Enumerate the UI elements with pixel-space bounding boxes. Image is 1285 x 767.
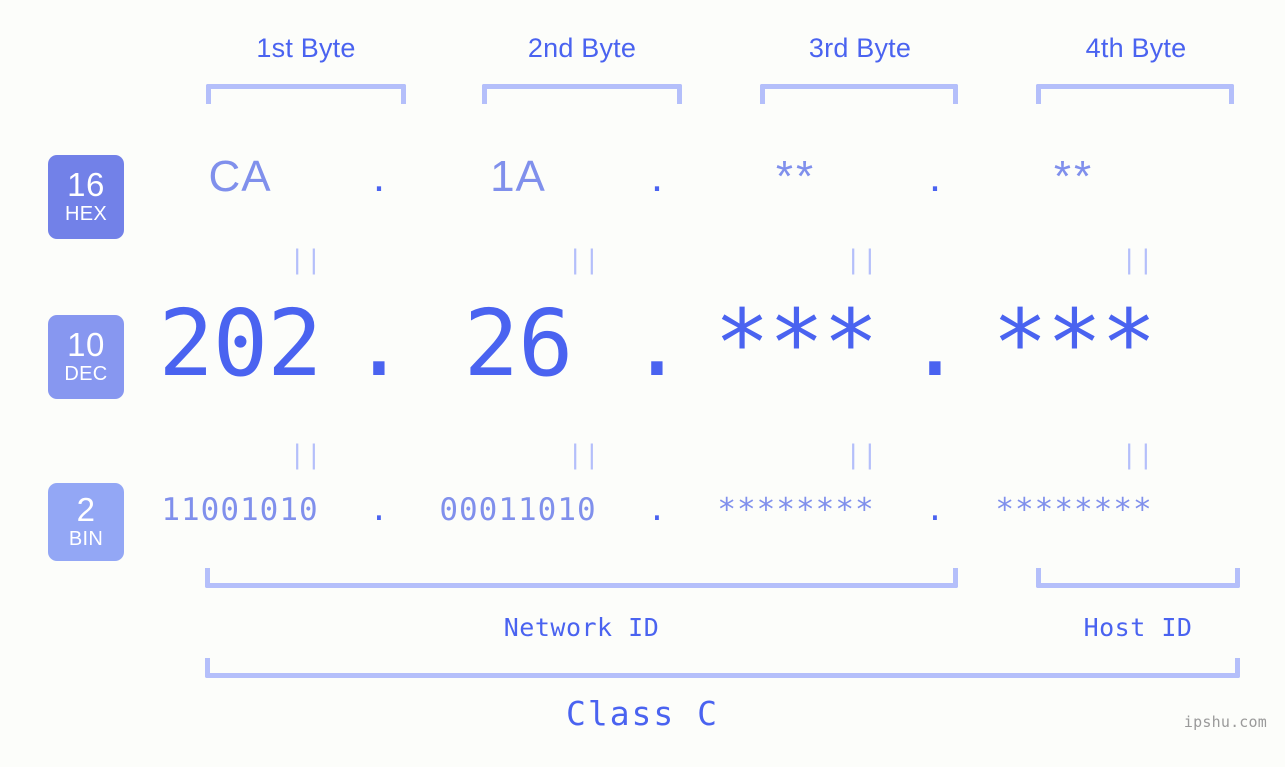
bin-byte-1: 11001010: [161, 492, 319, 528]
ip-address-breakdown-diagram: 1st Byte 2nd Byte 3rd Byte 4th Byte 16 H…: [0, 0, 1285, 767]
equals-separator-dec-bin-4: ||: [1121, 440, 1155, 470]
hex-byte-4: **: [1053, 152, 1095, 201]
network-id-bracket: [205, 568, 958, 588]
dec-byte-2: 26: [463, 290, 574, 397]
byte-header-3: 3rd Byte: [808, 33, 912, 63]
hex-dot-2: .: [650, 152, 664, 201]
dec-byte-1: 202: [158, 290, 322, 397]
dec-dot-1: .: [351, 290, 407, 397]
hex-byte-3: **: [775, 152, 817, 201]
class-label: Class C: [565, 694, 720, 733]
hex-dot-1: .: [372, 152, 386, 201]
hex-byte-2: 1A: [490, 152, 546, 201]
equals-separator-hex-dec-3: ||: [845, 245, 879, 275]
class-bracket: [205, 658, 1240, 678]
radix-badge-bin-number: 2: [76, 491, 96, 529]
byte-bracket-2: [482, 84, 682, 104]
bin-byte-2: 00011010: [439, 492, 597, 528]
radix-badge-hex-abbr: HEX: [64, 202, 108, 225]
bin-dot-1: .: [369, 492, 389, 528]
equals-separator-hex-dec-1: ||: [289, 245, 323, 275]
hex-dot-3: .: [928, 152, 942, 201]
host-id-bracket: [1036, 568, 1240, 588]
bin-dot-2: .: [647, 492, 667, 528]
radix-badge-bin-abbr: BIN: [68, 527, 104, 550]
dec-byte-3: ***: [714, 290, 878, 397]
host-id-label: Host ID: [1083, 613, 1193, 642]
byte-header-4: 4th Byte: [1085, 33, 1187, 63]
equals-separator-hex-dec-4: ||: [1121, 245, 1155, 275]
bin-value-row: 11001010 . 00011010 . ******** . *******…: [140, 492, 1285, 528]
bin-byte-3: ********: [717, 492, 875, 528]
site-watermark: ipshu.com: [1183, 713, 1267, 731]
byte-header-1: 1st Byte: [256, 33, 356, 63]
equals-separator-dec-bin-2: ||: [567, 440, 601, 470]
byte-bracket-3: [760, 84, 958, 104]
radix-badge-hex-number: 16: [67, 166, 105, 204]
byte-bracket-4: [1036, 84, 1234, 104]
dec-dot-2: .: [629, 290, 685, 397]
byte-bracket-1: [206, 84, 406, 104]
dec-byte-4: ***: [992, 290, 1156, 397]
radix-badge-dec-number: 10: [67, 326, 105, 364]
equals-separator-dec-bin-1: ||: [289, 440, 323, 470]
radix-badge-bin: 2 BIN: [48, 483, 124, 561]
bin-byte-4: ********: [995, 492, 1153, 528]
dec-value-row: 202 . 26 . *** . ***: [140, 290, 1285, 397]
byte-header-2: 2nd Byte: [527, 33, 637, 63]
network-id-label: Network ID: [503, 613, 660, 642]
equals-separator-hex-dec-2: ||: [567, 245, 601, 275]
bin-dot-3: .: [925, 492, 945, 528]
hex-value-row: CA . 1A . ** . **: [140, 152, 1285, 202]
equals-separator-dec-bin-3: ||: [845, 440, 879, 470]
radix-badge-dec-abbr: DEC: [64, 362, 108, 385]
radix-badge-dec: 10 DEC: [48, 315, 124, 399]
hex-byte-1: CA: [208, 152, 272, 201]
radix-badge-hex: 16 HEX: [48, 155, 124, 239]
dec-dot-3: .: [907, 290, 963, 397]
